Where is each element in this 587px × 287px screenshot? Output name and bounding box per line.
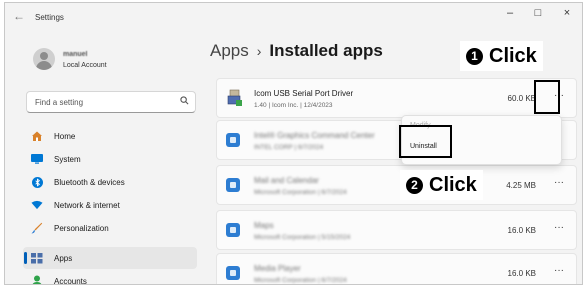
brush-icon bbox=[31, 222, 43, 234]
app-icon bbox=[226, 223, 240, 237]
app-icon bbox=[226, 178, 240, 192]
app-size: 60.0 KB bbox=[507, 94, 536, 103]
app-icon bbox=[226, 266, 240, 280]
profile-name: manuel bbox=[63, 51, 88, 58]
app-name: Media Player bbox=[254, 264, 301, 273]
sidebar-item-label: System bbox=[54, 155, 81, 164]
more-options-button[interactable]: ··· bbox=[554, 222, 564, 233]
sidebar-item-label: Network & internet bbox=[54, 201, 120, 210]
sidebar-item-accounts[interactable]: Accounts bbox=[23, 270, 197, 285]
sidebar-item-bluetooth[interactable]: Bluetooth & devices bbox=[23, 171, 197, 193]
app-icon bbox=[226, 133, 240, 147]
more-options-button[interactable]: ··· bbox=[554, 177, 564, 188]
window-title: Settings bbox=[35, 13, 64, 22]
app-meta: Microsoft Corporation | 6/7/2024 bbox=[254, 277, 347, 284]
search-placeholder: Find a setting bbox=[35, 98, 84, 107]
step-2-label: Click bbox=[429, 173, 477, 196]
sidebar-item-label: Apps bbox=[54, 254, 73, 263]
app-name: Mail and Calendar bbox=[254, 176, 319, 185]
app-row-media-player[interactable]: Media Player Microsoft Corporation | 6/7… bbox=[216, 253, 577, 284]
more-options-button[interactable]: ··· bbox=[554, 265, 564, 276]
app-row-mail-calendar[interactable]: Mail and Calendar Microsoft Corporation … bbox=[216, 165, 577, 205]
sidebar-item-system[interactable]: System bbox=[23, 148, 197, 170]
app-meta: Microsoft Corporation | 6/7/2024 bbox=[254, 189, 347, 196]
breadcrumb-apps[interactable]: Apps bbox=[210, 41, 249, 60]
app-size: 16.0 KB bbox=[507, 226, 536, 235]
monitor-icon bbox=[31, 153, 43, 165]
avatar[interactable] bbox=[33, 48, 55, 70]
app-meta: INTEL CORP | 6/7/2024 bbox=[254, 144, 324, 151]
search-icon bbox=[180, 96, 189, 107]
app-meta: Microsoft Corporation | 5/15/2024 bbox=[254, 234, 351, 241]
sidebar-item-network[interactable]: Network & internet bbox=[23, 194, 197, 216]
step-2-badge: 2 bbox=[406, 176, 423, 194]
sidebar-item-home[interactable]: Home bbox=[23, 125, 197, 147]
accounts-icon bbox=[31, 275, 43, 284]
apps-icon bbox=[31, 252, 43, 264]
step-2-callout: 2 Click bbox=[400, 170, 483, 200]
highlight-more-options bbox=[534, 80, 560, 114]
wifi-icon bbox=[31, 199, 43, 211]
back-arrow-icon[interactable]: ← bbox=[13, 9, 25, 23]
sidebar-item-apps[interactable]: Apps bbox=[23, 247, 197, 269]
page-title: Installed apps bbox=[269, 41, 383, 60]
active-indicator bbox=[24, 252, 27, 264]
usb-driver-icon bbox=[227, 89, 243, 107]
minimize-button[interactable]: – bbox=[495, 7, 525, 19]
app-size: 16.0 KB bbox=[507, 269, 536, 278]
sidebar-item-label: Bluetooth & devices bbox=[54, 178, 125, 187]
close-button[interactable]: × bbox=[552, 7, 582, 19]
sidebar-item-label: Home bbox=[54, 132, 76, 141]
title-bar: ← Settings – □ × bbox=[5, 3, 582, 33]
sidebar-item-label: Accounts bbox=[54, 277, 87, 285]
app-size: 4.25 MB bbox=[506, 181, 536, 190]
breadcrumb-separator: › bbox=[256, 43, 262, 59]
breadcrumb: Apps › Installed apps bbox=[210, 41, 383, 61]
home-icon bbox=[31, 130, 43, 142]
highlight-uninstall bbox=[399, 125, 452, 158]
search-input[interactable]: Find a setting bbox=[26, 91, 196, 113]
sidebar-item-label: Personalization bbox=[54, 224, 109, 233]
step-1-label: Click bbox=[489, 44, 537, 67]
app-row-maps[interactable]: Maps Microsoft Corporation | 5/15/2024 1… bbox=[216, 210, 577, 250]
step-1-badge: 1 bbox=[466, 47, 483, 65]
app-row-icom-usb[interactable]: Icom USB Serial Port Driver 1.40 | Icom … bbox=[216, 78, 577, 118]
step-1-callout: 1 Click bbox=[460, 41, 543, 71]
app-name: Icom USB Serial Port Driver bbox=[254, 89, 354, 98]
bluetooth-icon bbox=[31, 176, 43, 188]
sidebar-item-personalization[interactable]: Personalization bbox=[23, 217, 197, 239]
app-name: Maps bbox=[254, 221, 274, 230]
maximize-button[interactable]: □ bbox=[523, 7, 553, 19]
app-meta: 1.40 | Icom Inc. | 12/4/2023 bbox=[254, 102, 333, 109]
profile-subtitle: Local Account bbox=[63, 62, 107, 69]
app-name: Intel® Graphics Command Center bbox=[254, 131, 375, 140]
